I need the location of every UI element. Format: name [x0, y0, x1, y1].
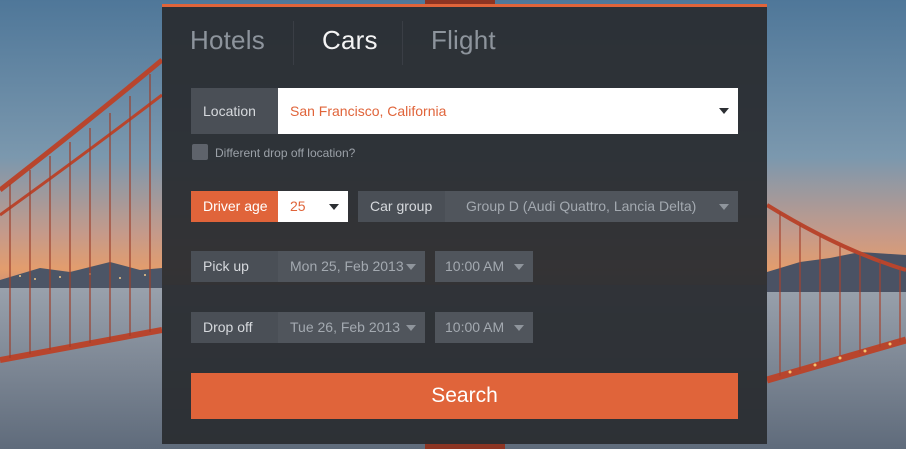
caret-down-icon [514, 325, 524, 331]
caret-down-icon [719, 204, 729, 210]
dropoff-label: Drop off [191, 312, 278, 343]
pickup-time-dropdown[interactable]: 10:00 AM [435, 251, 533, 282]
pickup-date-value: Mon 25, Feb 2013 [290, 258, 404, 274]
car-group-value: Group D (Audi Quattro, Lancia Delta) [466, 198, 697, 214]
location-dropdown[interactable]: San Francisco, California [278, 88, 738, 134]
dropoff-date-dropdown[interactable]: Tue 26, Feb 2013 [278, 312, 425, 343]
car-group-dropdown[interactable]: Group D (Audi Quattro, Lancia Delta) [445, 191, 738, 222]
tab-flight[interactable]: Flight [431, 25, 496, 56]
dropoff-time-dropdown[interactable]: 10:00 AM [435, 312, 533, 343]
driver-age-label: Driver age [191, 191, 278, 222]
tab-divider [402, 21, 403, 65]
caret-down-icon [329, 204, 339, 210]
pickup-date-dropdown[interactable]: Mon 25, Feb 2013 [278, 251, 425, 282]
location-value: San Francisco, California [290, 103, 447, 119]
pickup-label: Pick up [191, 251, 278, 282]
search-button[interactable]: Search [191, 373, 738, 419]
driver-age-dropdown[interactable]: 25 [278, 191, 348, 222]
driver-age-value: 25 [290, 198, 306, 214]
tab-divider [293, 21, 294, 65]
different-dropoff-label: Different drop off location? [215, 146, 356, 160]
different-dropoff-checkbox[interactable] [192, 144, 208, 160]
car-search-panel: Hotels Cars Flight Location San Francisc… [162, 4, 767, 444]
location-label: Location [191, 88, 278, 134]
tab-hotels[interactable]: Hotels [190, 25, 265, 56]
tab-cars[interactable]: Cars [322, 25, 378, 56]
caret-down-icon [406, 264, 416, 270]
search-type-tabs: Hotels Cars Flight [162, 7, 767, 85]
dropoff-date-value: Tue 26, Feb 2013 [290, 319, 401, 335]
car-group-label: Car group [358, 191, 445, 222]
caret-down-icon [514, 264, 524, 270]
caret-down-icon [719, 108, 729, 114]
caret-down-icon [406, 325, 416, 331]
